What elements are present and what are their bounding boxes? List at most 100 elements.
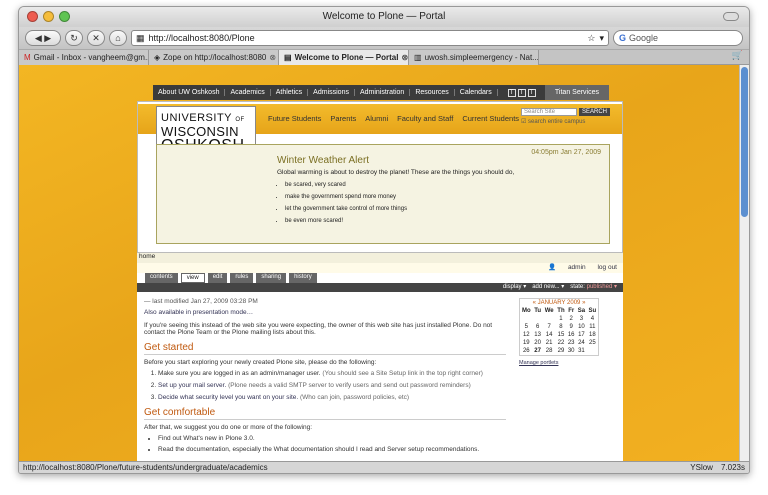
tab-edit[interactable]: edit (207, 273, 228, 283)
status-bar: http://localhost:8080/Plone/future-stude… (19, 461, 749, 473)
topnav-administration[interactable]: Administration (355, 89, 411, 96)
alert-text: Global warming is about to destroy the p… (277, 169, 515, 176)
vertical-scrollbar[interactable] (739, 65, 749, 461)
calendar-day: 22 (557, 340, 565, 346)
topnav-about[interactable]: About UW Oshkosh (153, 89, 226, 96)
text-size-large[interactable]: T (527, 88, 536, 97)
state-menu[interactable]: state: published ▾ (570, 283, 617, 292)
search-campus-option[interactable]: ☑ search entire campus (521, 118, 610, 125)
text-size-small[interactable]: T (507, 88, 516, 97)
calendar-day: 2 (569, 316, 573, 322)
started-text: Before you start exploring your newly cr… (144, 359, 377, 366)
heading-get-comfortable: Get comfortable (144, 407, 506, 420)
step-hint: (Plone needs a valid SMTP server to veri… (228, 382, 471, 389)
close-tab-icon[interactable]: ⊗ (269, 53, 276, 62)
personal-bar: 👤 admin log out (137, 263, 623, 273)
calendar-day: 4 (590, 316, 595, 322)
topnav-athletics[interactable]: Athletics (271, 89, 309, 96)
topnav-resources[interactable]: Resources (410, 89, 455, 96)
topnav-academics[interactable]: Academics (225, 89, 271, 96)
minimize-window-button[interactable] (43, 11, 54, 22)
next-month-icon[interactable]: » (582, 300, 585, 306)
tab-rules[interactable]: rules (230, 273, 254, 283)
nav-alumni[interactable]: Alumni (365, 114, 388, 123)
yslow-icon[interactable]: YSlow (690, 463, 713, 472)
back-forward-buttons[interactable]: ◀ ▶ (25, 30, 61, 46)
tab-gmail[interactable]: MGmail - Inbox - vangheem@gm...⊗ (19, 50, 149, 65)
calendar-day: 5 (524, 324, 528, 330)
nav-future-students[interactable]: Future Students (268, 114, 321, 123)
forward-icon[interactable]: ▶ (44, 33, 51, 44)
presentation-mode-link[interactable]: Also available in presentation mode… (144, 309, 506, 316)
step-login: Make sure you are logged in as an admin/… (158, 370, 321, 377)
intro-text: If you're seeing this instead of the web… (144, 322, 493, 336)
browser-window: Welcome to Plone — Portal ◀ ▶ ↻ ✕ ⌂ ▦ ht… (18, 6, 750, 474)
tab-sharing[interactable]: sharing (256, 273, 287, 283)
add-new-menu[interactable]: add new... ▾ (532, 283, 564, 292)
mail-server-link[interactable]: Set up your mail server. (158, 382, 226, 389)
list-item[interactable]: Read the documentation, especially the W… (158, 446, 506, 453)
calendar-day-today: 27 (534, 348, 541, 354)
tab-plone[interactable]: ▤ Welcome to Plone — Portal ⊗ (279, 50, 409, 65)
user-name: admin (567, 264, 586, 271)
weekday-header: Fr (568, 308, 575, 314)
history-dropdown-icon[interactable]: ▾ (599, 33, 604, 44)
stop-icon: ✕ (92, 32, 100, 43)
tab-uwosh[interactable]: ▥uwosh.simpleemergency - Nat...⊗ (409, 50, 539, 65)
manage-portlets-link[interactable]: Manage portlets (519, 360, 617, 366)
topnav-calendars[interactable]: Calendars (455, 89, 498, 96)
scrollbar-thumb[interactable] (741, 67, 748, 217)
address-bar[interactable]: ▦ http://localhost:8080/Plone ☆ ▾ (131, 30, 609, 46)
tab-contents[interactable]: contents (145, 273, 178, 283)
google-icon[interactable]: G (619, 33, 626, 43)
calendar-day: 21 (545, 340, 553, 346)
toolbar-toggle-button[interactable] (723, 12, 739, 21)
weekday-header: Th (557, 308, 565, 314)
calendar-grid: Mo Tu We Th Fr Sa Su 1234 5 6 7 8 9 10 11 12 13… (520, 307, 598, 355)
bookmark-star-icon[interactable]: ☆ (587, 33, 595, 44)
alert-item: be even more scared! (285, 218, 601, 224)
tab-view[interactable]: view (180, 273, 205, 283)
home-button[interactable]: ⌂ (109, 30, 127, 46)
site-search-button[interactable]: SEARCH (578, 108, 610, 116)
logout-link[interactable]: log out (597, 264, 617, 271)
content-tabs: contents view edit rules sharing history (137, 273, 623, 283)
tab-zope[interactable]: ◈ Zope on http://localhost:8080 ⊗ (149, 50, 279, 65)
reload-button[interactable]: ↻ (65, 30, 83, 46)
zoom-window-button[interactable] (59, 11, 70, 22)
checkbox-icon[interactable]: ☑ (521, 119, 526, 125)
breadcrumb-home[interactable]: home (139, 253, 155, 260)
calendar-header: « JANUARY 2009 » (520, 299, 598, 307)
display-menu[interactable]: display ▾ (503, 283, 526, 292)
tab-history[interactable]: history (289, 273, 317, 283)
search-field-placeholder[interactable]: Google (629, 33, 658, 43)
weekday-header: Tu (534, 308, 542, 314)
address-text[interactable]: http://localhost:8080/Plone (149, 33, 584, 43)
close-tab-icon[interactable]: ⊗ (401, 53, 408, 62)
user-link[interactable]: 👤 admin (538, 264, 586, 271)
gmail-icon: M (24, 53, 31, 62)
suggestion-list: Find out What's new in Plone 3.0. Read t… (158, 435, 506, 453)
titan-services-link[interactable]: Titan Services (544, 85, 609, 100)
weekday-header: Sa (577, 308, 586, 314)
nav-current-students[interactable]: Current Students (462, 114, 519, 123)
prev-month-icon[interactable]: « (533, 300, 536, 306)
nav-parents[interactable]: Parents (330, 114, 356, 123)
stop-button[interactable]: ✕ (87, 30, 105, 46)
calendar-day (533, 315, 543, 323)
nav-faculty-staff[interactable]: Faculty and Staff (397, 114, 453, 123)
state-label: state: (570, 284, 585, 290)
back-icon[interactable]: ◀ (35, 33, 42, 44)
list-item[interactable]: Find out What's new in Plone 3.0. (158, 435, 506, 442)
site-search-input[interactable]: Search Site (520, 108, 577, 116)
close-window-button[interactable] (27, 11, 38, 22)
setup-steps: Make sure you are logged in as an admin/… (158, 370, 506, 401)
step-item: Decide what security level you want on y… (158, 394, 506, 401)
topnav-admissions[interactable]: Admissions (308, 89, 355, 96)
text-size-medium[interactable]: T (517, 88, 526, 97)
security-link[interactable]: Decide what security level you want on y… (158, 394, 298, 401)
title-bar: Welcome to Plone — Portal (19, 7, 749, 27)
new-tab-icon[interactable]: 🛒 (732, 50, 749, 64)
search-box[interactable]: G Google (613, 30, 743, 46)
calendar-day: 24 (578, 340, 585, 346)
